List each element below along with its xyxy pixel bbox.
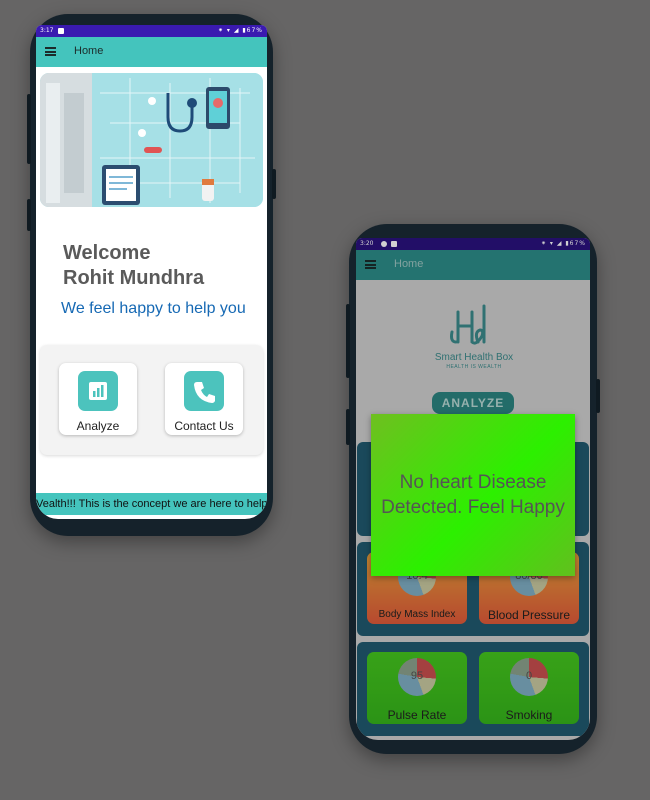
status-icons: ⁕ ▾ ◢ ▮67% (217, 27, 263, 34)
volume-button (27, 94, 31, 164)
contact-us-card-label: Contact Us (174, 419, 234, 433)
welcome-heading: Welcome Rohit Mundhra (63, 241, 204, 291)
analyze-card-label: Analyze (76, 419, 120, 433)
result-message: No heart Disease Detected. Feel Happy (381, 472, 565, 518)
status-time: 3:17 (40, 27, 54, 34)
phone-left: 3:17 ⁕ ▾ ◢ ▮67% Home Welcome Rohit Mundh… (27, 14, 276, 536)
actions-panel: Analyze Contact Us (40, 345, 263, 455)
side-button (27, 199, 31, 231)
screen: 3:17 ⁕ ▾ ◢ ▮67% Home Welcome Rohit Mundh… (36, 25, 267, 519)
hamburger-menu-icon[interactable] (45, 47, 56, 56)
chart-icon (78, 371, 118, 411)
hero-banner-image (40, 73, 263, 207)
notification-icon (58, 28, 64, 34)
screen: 3:20 ⁕ ▾ ◢ ▮67% Home Smart Health Box HE… (356, 238, 590, 740)
tagline: We feel happy to help you (61, 300, 246, 317)
marquee-banner: Vealth!!! This is the concept we are her… (36, 493, 267, 515)
user-name: Rohit Mundhra (63, 267, 205, 289)
app-bar: Home (36, 37, 267, 67)
welcome-line: Welcome (63, 242, 151, 264)
app-bar-title: Home (74, 45, 104, 57)
power-button (272, 169, 276, 199)
result-dialog: No heart Disease Detected. Feel Happy (371, 414, 575, 576)
status-bar: 3:17 ⁕ ▾ ◢ ▮67% (36, 25, 267, 37)
analyze-card[interactable]: Analyze (59, 363, 137, 435)
contact-us-card[interactable]: Contact Us (165, 363, 243, 435)
volume-button (346, 304, 350, 378)
phone-icon (184, 371, 224, 411)
side-button (346, 409, 350, 445)
power-button (596, 379, 600, 413)
phone-right: 3:20 ⁕ ▾ ◢ ▮67% Home Smart Health Box HE… (346, 224, 600, 754)
